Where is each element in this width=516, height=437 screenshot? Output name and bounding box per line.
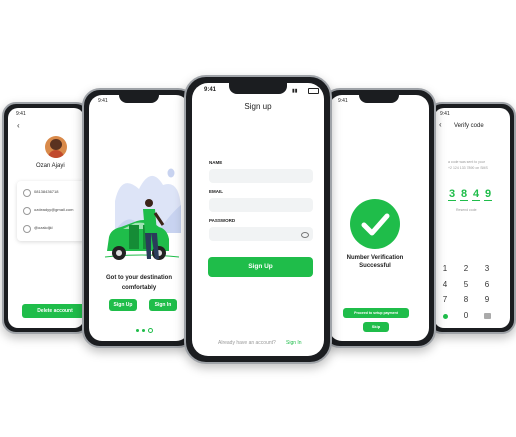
signin-link[interactable]: Sign In [286, 340, 302, 346]
profile-details-card: 08138436718 ozdeadyy@gmail.com @ozakdjkl [17, 181, 84, 241]
password-field[interactable] [209, 227, 313, 241]
phone-icon [23, 189, 31, 197]
verify-title: Verify code [454, 123, 484, 129]
key-1[interactable]: 1 [438, 264, 452, 273]
verify-screen: 9:41 ‹ Verify code a code was sent to yo… [434, 108, 510, 328]
key-3[interactable]: 3 [480, 264, 494, 273]
key-6[interactable]: 6 [480, 280, 494, 289]
success-screen: 9:41 Number Verification Successful Proc… [329, 95, 429, 341]
name-field[interactable] [209, 169, 313, 183]
handle-icon [23, 225, 31, 233]
eye-icon[interactable] [301, 232, 309, 238]
key-8[interactable]: 8 [459, 295, 473, 304]
verify-hint-1: a code was sent to your [448, 160, 485, 164]
backspace-icon[interactable] [484, 313, 491, 319]
status-time: 9:41 [338, 98, 348, 104]
avatar [45, 136, 67, 158]
phone-verify: 9:41 ‹ Verify code a code was sent to yo… [428, 102, 516, 334]
password-label: PASSWORD [209, 218, 236, 223]
phone-onboarding: 9:41 Got to your destination comfortably… [82, 88, 196, 348]
status-time: 9:41 [204, 87, 217, 93]
fingerprint-icon[interactable] [443, 314, 448, 319]
onboarding-screen: 9:41 Got to your destination comfortably… [89, 95, 189, 341]
name-label: NAME [209, 160, 223, 165]
email-label: EMAIL [209, 189, 223, 194]
success-title-2: Successful [359, 263, 391, 269]
code-digit-1[interactable]: 3 [448, 188, 456, 201]
profile-phone: 08138436718 [34, 189, 59, 194]
back-icon[interactable]: ‹ [439, 120, 442, 129]
checkmark-icon [361, 213, 390, 236]
resend-code-link[interactable]: Resend code [456, 208, 477, 212]
signup-footer-text: Already have an account? [218, 340, 276, 346]
phone-profile: 9:41 ‹ Ozan Ajayi 08138436718 ozdeadyy@g… [2, 102, 90, 334]
notch [119, 95, 159, 103]
key-4[interactable]: 4 [438, 280, 452, 289]
profile-handle: @ozakdjkl [34, 225, 53, 230]
key-9[interactable]: 9 [480, 295, 494, 304]
code-digit-2[interactable]: 8 [460, 188, 468, 201]
signal-icon: ▮▮ [292, 88, 298, 94]
status-time: 9:41 [440, 111, 450, 117]
onboarding-signin-button[interactable]: Sign In [149, 299, 177, 311]
key-7[interactable]: 7 [438, 295, 452, 304]
profile-screen: 9:41 ‹ Ozan Ajayi 08138436718 ozdeadyy@g… [8, 108, 84, 328]
page-dot-2[interactable] [142, 329, 145, 332]
code-digit-3[interactable]: 4 [472, 188, 480, 201]
code-digit-4[interactable]: 9 [484, 188, 492, 201]
delete-account-button[interactable]: Delete account [22, 304, 84, 318]
phone-success: 9:41 Number Verification Successful Proc… [322, 88, 436, 348]
battery-icon [308, 88, 319, 94]
email-field[interactable] [209, 198, 313, 212]
key-2[interactable]: 2 [459, 264, 473, 273]
page-dot-1[interactable] [136, 329, 139, 332]
proceed-payment-button[interactable]: Proceed to setup payment [343, 308, 409, 318]
notch [229, 83, 287, 94]
profile-email: ozdeadyy@gmail.com [34, 207, 74, 212]
signup-title: Sign up [244, 102, 272, 111]
phone-signup: 9:41 ▮▮ Sign up NAME EMAIL PASSWORD Sign… [184, 75, 332, 364]
profile-name: Ozan Ajayi [36, 163, 65, 169]
status-time: 9:41 [98, 98, 108, 104]
verify-hint-2: +2 124 133 7890 on SMS [448, 166, 488, 170]
check-icon [350, 199, 400, 249]
onboarding-headline-2: comfortably [121, 285, 157, 291]
page-dot-3[interactable] [148, 328, 153, 333]
onboarding-signup-button[interactable]: Sign Up [109, 299, 137, 311]
skip-button[interactable]: Skip [363, 322, 389, 332]
signup-submit-button[interactable]: Sign Up [208, 257, 313, 277]
success-title-1: Number Verification [346, 255, 404, 261]
status-time: 9:41 [16, 111, 26, 117]
back-icon[interactable]: ‹ [17, 121, 20, 130]
email-icon [23, 207, 31, 215]
key-0[interactable]: 0 [459, 311, 473, 320]
signup-screen: 9:41 ▮▮ Sign up NAME EMAIL PASSWORD Sign… [192, 83, 324, 356]
key-5[interactable]: 5 [459, 280, 473, 289]
onboarding-headline-1: Got to your destination [106, 275, 172, 281]
car-illustration [104, 168, 181, 260]
notch [359, 95, 399, 103]
